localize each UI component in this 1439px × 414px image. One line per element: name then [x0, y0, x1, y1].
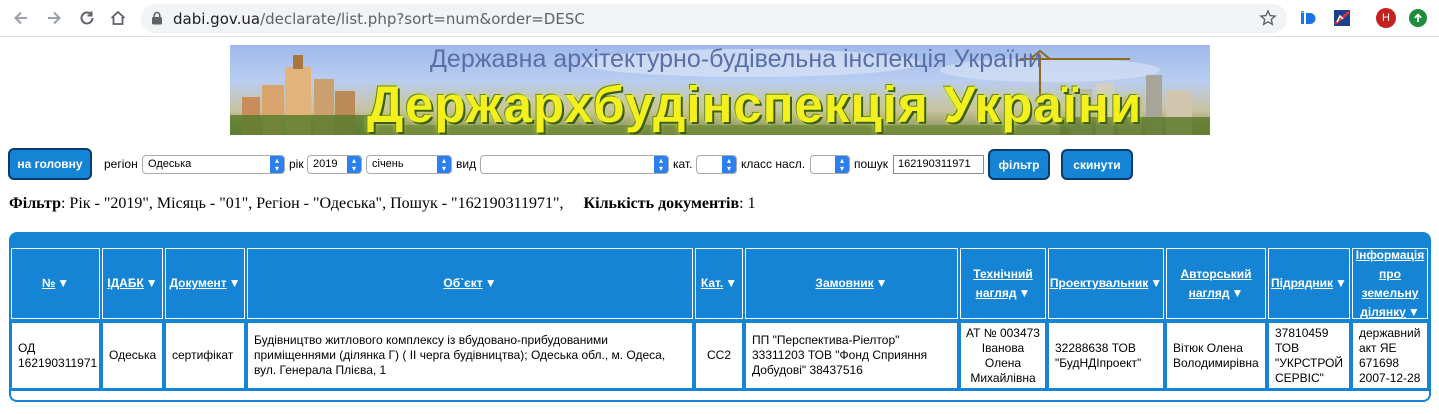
browser-toolbar: dabi.gov.ua/declarate/list.php?sort=num&…	[0, 0, 1439, 37]
bookmark-star-icon[interactable]	[1259, 9, 1277, 32]
search-input[interactable]: 162190311971	[893, 155, 984, 174]
search-label: пошук	[854, 157, 889, 171]
cell-contractor: 37810459 ТОВ "УКРСТРОЙ СЕРВІС"	[1268, 322, 1350, 389]
cell-object: Будівництво житлового комплексу із вбудо…	[247, 322, 693, 389]
sort-down-icon[interactable]: ▼	[1408, 305, 1420, 319]
sort-down-icon[interactable]: ▼	[725, 276, 737, 290]
type-chevron-icon: ▴ ▾	[654, 156, 668, 173]
sort-down-icon[interactable]: ▼	[146, 276, 158, 290]
sort-down-icon[interactable]: ▼	[1231, 286, 1243, 300]
header-customer-label[interactable]: Замовник	[815, 276, 873, 290]
header-customer[interactable]: Замовник ▼	[745, 248, 958, 319]
header-object[interactable]: Об`єкт ▼	[247, 248, 693, 319]
table-footer-strip	[11, 391, 1429, 400]
type-select[interactable]: ▴ ▾	[480, 155, 669, 174]
filter-summary-label: Фільтр	[9, 195, 61, 212]
header-contractor-label[interactable]: Підрядник	[1271, 276, 1333, 290]
sort-down-icon[interactable]: ▼	[57, 276, 69, 290]
cell-document: сертифікат	[165, 322, 245, 389]
sort-down-icon[interactable]: ▼	[1150, 276, 1162, 290]
sort-down-icon[interactable]: ▼	[485, 276, 497, 290]
url-host: dabi.gov.ua	[173, 10, 261, 28]
class-chevron-icon: ▴ ▾	[835, 156, 849, 173]
filter-summary: Фільтр: Рік - "2019", Місяць - "01", Рег…	[9, 195, 756, 213]
sort-down-icon[interactable]: ▼	[1335, 276, 1347, 290]
region-label: регіон	[104, 157, 138, 171]
reset-button[interactable]: скинути	[1061, 149, 1133, 180]
home-icon[interactable]	[108, 8, 128, 28]
header-contractor[interactable]: Підрядник ▼	[1268, 248, 1350, 319]
header-number-label[interactable]: №	[42, 276, 55, 290]
header-object-label[interactable]: Об`єкт	[443, 276, 482, 290]
class-select[interactable]: ▴ ▾	[810, 155, 850, 174]
cell-customer: ПП "Перспектива-Ріелтор" 33311203 ТОВ "Ф…	[745, 322, 958, 389]
filter-summary-text: : Рік - "2019", Місяць - "01", Регіон - …	[60, 195, 564, 212]
type-label: вид	[456, 157, 477, 171]
cell-tech-supervision: АТ № 003473 Іванова Олена Михайлівна	[960, 322, 1046, 389]
extension-flag-icon[interactable]	[1333, 9, 1351, 27]
sort-down-icon[interactable]: ▼	[1018, 286, 1030, 300]
month-chevron-icon: ▴ ▾	[437, 156, 451, 173]
sort-down-icon[interactable]: ▼	[229, 276, 241, 290]
cell-designer: 32288638 ТОВ "БудНДІпроект"	[1048, 322, 1164, 389]
forward-icon[interactable]	[44, 8, 64, 28]
header-tech-supervision[interactable]: Технічний нагляд ▼	[960, 248, 1046, 319]
class-label: класс насл.	[741, 157, 806, 171]
year-select-value: 2019	[313, 158, 338, 170]
region-chevron-icon: ▴ ▾	[270, 156, 284, 173]
header-designer-label[interactable]: Проектувальник	[1050, 276, 1148, 290]
month-select-value: січень	[372, 158, 404, 170]
year-select[interactable]: 2019 ▴ ▾	[307, 155, 362, 174]
header-category[interactable]: Кат. ▼	[695, 248, 743, 319]
sort-down-icon[interactable]: ▼	[876, 276, 888, 290]
category-select[interactable]: ▴ ▾	[696, 155, 737, 174]
cell-author-supervision: Вітюк Олена Володимирівна	[1166, 322, 1266, 389]
category-label: кат.	[673, 157, 693, 171]
home-button[interactable]: на головну	[8, 148, 92, 180]
document-count-value: : 1	[739, 195, 756, 212]
reload-icon[interactable]	[77, 8, 97, 28]
header-author-supervision[interactable]: Авторський нагляд ▼	[1166, 248, 1266, 319]
lock-icon[interactable]	[151, 11, 163, 30]
header-designer[interactable]: Проектувальник ▼	[1048, 248, 1164, 319]
extension-id-icon[interactable]	[1300, 9, 1318, 27]
header-document[interactable]: Документ ▼	[165, 248, 245, 319]
url-path: /declarate/list.php?sort=num&order=DESC	[260, 10, 585, 28]
category-chevron-icon: ▴ ▾	[722, 156, 736, 173]
document-count-label: Кількість документів	[583, 195, 740, 212]
banner-title: Держархбудінспекція України	[367, 76, 1143, 133]
url-text[interactable]: dabi.gov.ua/declarate/list.php?sort=num&…	[173, 10, 585, 28]
profile-initial: H	[1382, 12, 1390, 24]
cell-land-info: державний акт ЯЕ 671698 2007-12-28	[1352, 322, 1428, 389]
banner-subtitle: Державна архітектурно-будівельна інспекц…	[430, 45, 1042, 73]
cell-idabk: Одеська	[102, 322, 163, 389]
year-label: рік	[289, 157, 304, 171]
year-chevron-icon: ▴ ▾	[347, 156, 361, 173]
site-banner: Державна архітектурно-будівельна інспекц…	[230, 45, 1210, 135]
cell-number: ОД 162190311971	[11, 322, 100, 389]
header-number[interactable]: № ▼	[11, 248, 100, 319]
header-land-info[interactable]: Інформація про земельну ділянку ▼	[1352, 248, 1428, 319]
month-select[interactable]: січень ▴ ▾	[366, 155, 452, 174]
header-idabk-label[interactable]: ІДАБК	[107, 276, 144, 290]
region-select[interactable]: Одеська ▴ ▾	[142, 155, 285, 174]
cell-category: СС2	[695, 322, 743, 389]
header-category-label[interactable]: Кат.	[701, 276, 723, 290]
update-icon[interactable]	[1409, 9, 1427, 27]
back-icon[interactable]	[11, 8, 31, 28]
header-document-label[interactable]: Документ	[169, 276, 226, 290]
region-select-value: Одеська	[148, 158, 192, 170]
profile-avatar[interactable]: H	[1376, 8, 1396, 28]
filter-button[interactable]: фільтр	[988, 149, 1050, 180]
header-idabk[interactable]: ІДАБК ▼	[102, 248, 163, 319]
address-bar[interactable]: dabi.gov.ua/declarate/list.php?sort=num&…	[141, 4, 1287, 33]
